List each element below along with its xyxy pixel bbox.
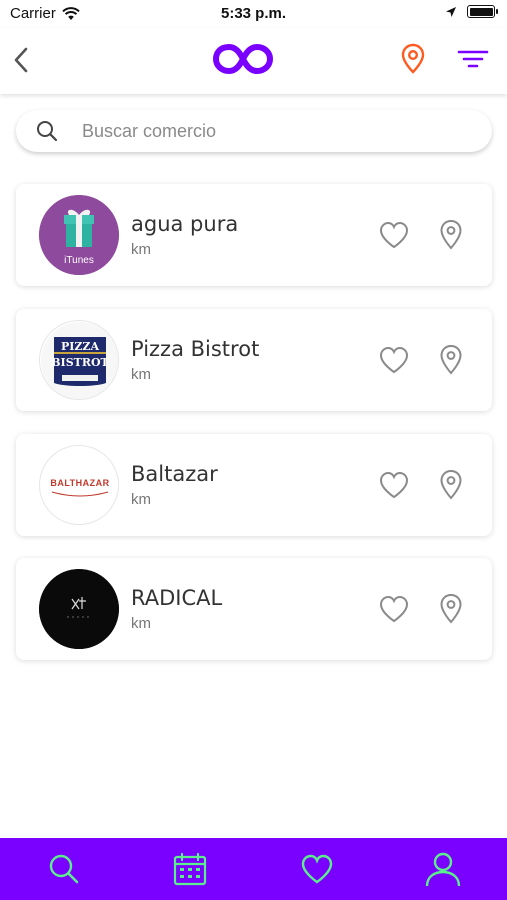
radical-logo: [39, 569, 119, 649]
favorite-heart-icon[interactable]: [378, 470, 410, 500]
status-time: 5:33 p.m.: [220, 5, 287, 22]
battery-fill: [469, 7, 493, 16]
location-button[interactable]: [398, 42, 428, 76]
store-name: Baltazar: [131, 462, 218, 486]
filter-button[interactable]: [456, 44, 490, 74]
tab-calendar[interactable]: [171, 850, 209, 888]
store-card-pizza-bistrot[interactable]: PIZZA BISTROT Pizza Bistrot km: [16, 309, 492, 411]
store-distance: km: [131, 615, 151, 632]
store-name: RADICAL: [131, 586, 223, 610]
heart-icon: [301, 854, 333, 884]
map-pin-icon[interactable]: [438, 219, 464, 251]
search-icon: [49, 854, 79, 884]
chevron-left-icon: [14, 47, 28, 73]
store-card-baltazar[interactable]: BALTHAZAR Baltazar km: [16, 434, 492, 536]
infinity-logo: [213, 44, 273, 74]
status-bar: Carrier 5:33 p.m.: [0, 0, 507, 28]
store-name: Pizza Bistrot: [131, 337, 260, 361]
store-distance: km: [131, 241, 151, 258]
filter-icon: [457, 50, 489, 68]
tab-search[interactable]: [45, 850, 83, 888]
logo-text-line1: PIZZA: [60, 340, 99, 353]
map-pin-icon[interactable]: [438, 344, 464, 376]
store-distance: km: [131, 491, 151, 508]
store-name: agua pura: [131, 212, 239, 236]
store-card-radical[interactable]: RADICAL km: [16, 558, 492, 660]
search-input[interactable]: [82, 118, 472, 144]
back-button[interactable]: [8, 42, 34, 78]
search-icon: [37, 121, 58, 142]
calendar-icon: [173, 852, 207, 886]
store-logo-radical: [39, 569, 119, 649]
logo-text-line2: BISTROT: [51, 356, 109, 369]
battery-icon: [467, 5, 498, 18]
status-right: [445, 5, 498, 18]
store-distance: km: [131, 366, 151, 383]
profile-icon: [425, 852, 461, 887]
tab-bar: [0, 838, 507, 900]
location-arrow-icon: [446, 6, 456, 17]
map-pin-icon[interactable]: [438, 593, 464, 625]
tab-favorites[interactable]: [298, 850, 336, 888]
screen: Carrier 5:33 p.m. Buscar comercio iTunes…: [0, 0, 507, 900]
logo-caption: iTunes: [64, 255, 94, 266]
tab-profile[interactable]: [424, 850, 462, 888]
map-pin-icon[interactable]: [438, 469, 464, 501]
favorite-heart-icon[interactable]: [378, 220, 410, 250]
search-bar[interactable]: [16, 110, 492, 152]
store-logo-pizza-bistrot: PIZZA BISTROT: [39, 320, 119, 400]
store-card-agua-pura[interactable]: iTunes agua pura km: [16, 184, 492, 286]
favorite-heart-icon[interactable]: [378, 345, 410, 375]
logo-underline: [51, 491, 109, 497]
store-logo-baltazar: BALTHAZAR: [39, 445, 119, 525]
nav-bar: [0, 28, 507, 94]
favorite-heart-icon[interactable]: [378, 594, 410, 624]
store-logo-itunes-gift: iTunes: [39, 195, 119, 275]
map-pin-icon: [401, 43, 425, 74]
